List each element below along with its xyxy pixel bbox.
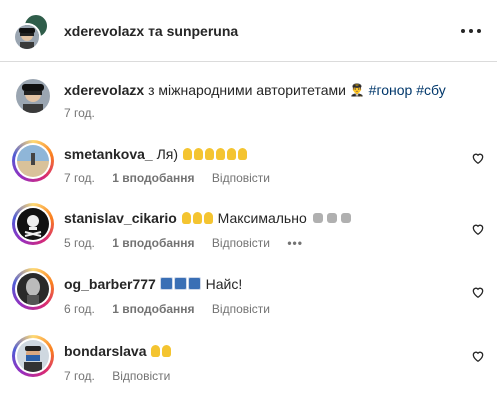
caption-avatar[interactable] — [16, 79, 50, 113]
comment-username[interactable]: og_barber777 — [64, 276, 156, 292]
pilot-emoji: 👨‍✈️ — [349, 83, 365, 97]
heart-outline-icon[interactable] — [471, 285, 485, 299]
reply-button[interactable]: Відповісти — [212, 171, 270, 185]
comment-time[interactable]: 7 год. — [64, 369, 95, 383]
fist-emoji — [311, 210, 353, 226]
raised-hands-emoji — [150, 343, 172, 359]
likes-count[interactable]: 1 вподобання — [112, 302, 194, 316]
caption-text: з міжнародними авторитетами — [148, 82, 346, 98]
comment-avatar-ring[interactable] — [12, 140, 54, 182]
caption-meta: 7 год. — [64, 106, 109, 120]
header-conjunction: та — [148, 23, 163, 39]
comment-1-text: smetankova_ Ля) — [64, 146, 248, 162]
reply-button[interactable]: Відповісти — [212, 236, 270, 250]
comment-2-text: stanislav_cikario Максимально — [64, 210, 353, 226]
heart-outline-icon[interactable] — [471, 222, 485, 236]
avatar — [17, 340, 49, 372]
post-caption: xderevolazx з міжнародними авторитетами … — [64, 82, 446, 98]
comment-3-meta: 6 год. 1 вподобання Відповісти — [64, 302, 284, 316]
collab-title: xderevolazx та sunperuna — [64, 23, 238, 39]
comment-body: Ля) — [156, 146, 179, 162]
header-user2[interactable]: sunperuna — [167, 23, 239, 39]
comment-avatar-ring[interactable] — [12, 335, 54, 377]
avatar-xderevolazx[interactable] — [13, 23, 41, 51]
comment-username[interactable]: bondarslava — [64, 343, 146, 359]
reply-button[interactable]: Відповісти — [212, 302, 270, 316]
hashtag-gonor[interactable]: #гонор — [369, 82, 413, 98]
avatar — [17, 208, 49, 240]
likes-count[interactable]: 1 вподобання — [112, 171, 194, 185]
avatar — [17, 145, 49, 177]
caption-username[interactable]: xderevolazx — [64, 82, 144, 98]
header-user1[interactable]: xderevolazx — [64, 23, 144, 39]
comment-time[interactable]: 7 год. — [64, 171, 95, 185]
comment-2-meta: 5 год. 1 вподобання Відповісти ••• — [64, 236, 317, 250]
id-card-emoji — [160, 276, 202, 292]
comment-body: Максимально — [217, 210, 307, 226]
post-header: xderevolazx та sunperuna — [0, 0, 497, 62]
comment-username[interactable]: stanislav_cikario — [64, 210, 177, 226]
comment-time[interactable]: 6 год. — [64, 302, 95, 316]
avatar — [17, 273, 49, 305]
comment-time[interactable]: 5 год. — [64, 236, 95, 250]
comment-avatar-ring[interactable] — [12, 203, 54, 245]
comment-4-text: bondarslava — [64, 343, 172, 359]
comment-avatar-ring[interactable] — [12, 268, 54, 310]
collab-avatars[interactable] — [13, 13, 51, 51]
likes-count[interactable]: 1 вподобання — [112, 236, 194, 250]
comment-more-icon[interactable]: ••• — [287, 236, 303, 250]
raised-hands-emoji — [181, 210, 214, 226]
more-options-icon[interactable] — [461, 22, 481, 40]
heart-outline-icon[interactable] — [471, 349, 485, 363]
comment-3-text: og_barber777 Найс! — [64, 276, 242, 292]
comment-body: Найс! — [205, 276, 243, 292]
reply-button[interactable]: Відповісти — [112, 369, 170, 383]
caption-time[interactable]: 7 год. — [64, 106, 95, 120]
hashtag-sbu[interactable]: #сбу — [416, 82, 446, 98]
raised-hands-emoji — [182, 146, 248, 162]
heart-outline-icon[interactable] — [471, 151, 485, 165]
comment-username[interactable]: smetankova_ — [64, 146, 153, 162]
comment-4-meta: 7 год. Відповісти — [64, 369, 184, 383]
comment-1-meta: 7 год. 1 вподобання Відповісти — [64, 171, 284, 185]
